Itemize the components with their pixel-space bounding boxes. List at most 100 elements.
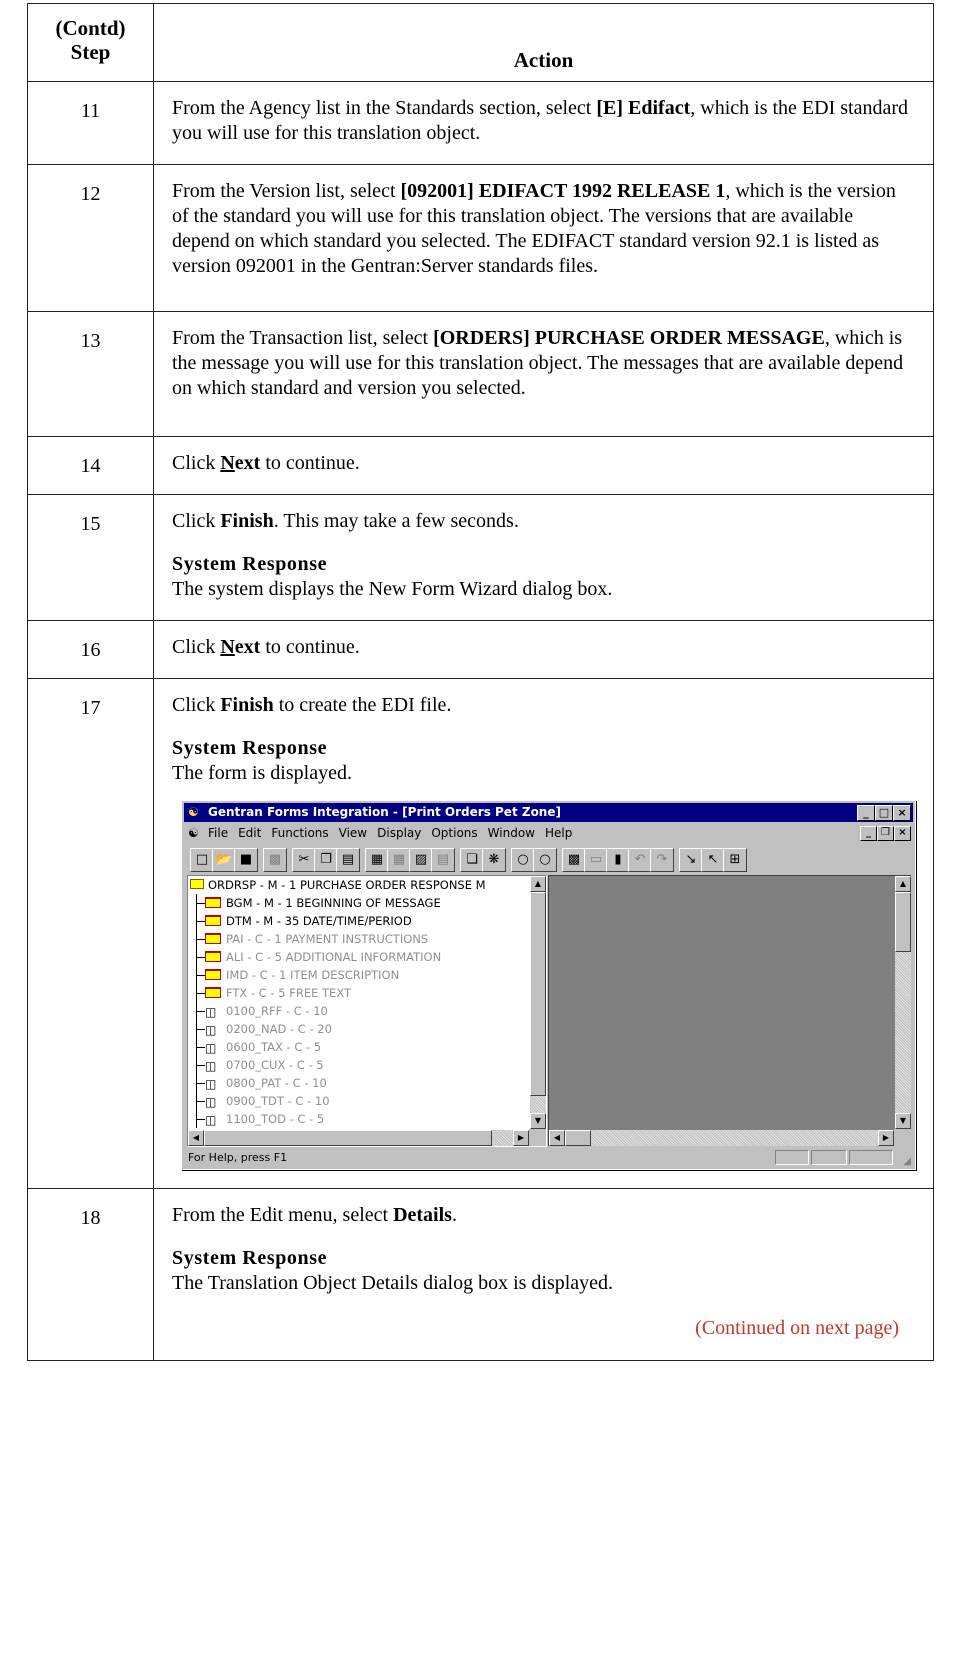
system-response-text: The form is displayed.: [172, 762, 352, 784]
message-tree: ORDRSP - M - 1 PURCHASE ORDER RESPONSE M…: [188, 876, 528, 1128]
menu-display[interactable]: Display: [377, 826, 421, 840]
document-icon[interactable]: ☯: [188, 824, 199, 843]
app-window-screenshot: ☯ Gentran Forms Integration - [Print Ord…: [181, 800, 916, 1170]
scroll-right-icon[interactable]: ▶: [513, 1130, 529, 1146]
status-panel: [849, 1150, 893, 1165]
menu-window[interactable]: Window: [488, 826, 535, 840]
field-icon[interactable]: ▦: [365, 848, 389, 872]
step-column-header: (Contd) Step: [27, 3, 154, 82]
copy-icon[interactable]: ❐: [314, 848, 338, 872]
properties-icon[interactable]: ▩: [263, 848, 287, 872]
hscroll-thumb[interactable]: [565, 1130, 591, 1146]
child-restore-icon[interactable]: ❐: [877, 826, 894, 841]
tree-icon[interactable]: ❋: [482, 848, 506, 872]
action-emphasis: Finish: [220, 510, 274, 532]
move-down-icon[interactable]: ↘: [679, 848, 703, 872]
list-icon[interactable]: ▤: [431, 848, 455, 872]
menu-bar: ☯ File Edit Functions View Display Options Win…: [184, 824, 913, 843]
step-action: From the Version list, select [092001] E…: [153, 164, 934, 312]
align-icon[interactable]: ▭: [584, 848, 608, 872]
scroll-down-icon[interactable]: ▼: [530, 1113, 546, 1129]
hint-off-icon[interactable]: ○: [533, 848, 557, 872]
cut-icon[interactable]: ✂: [292, 848, 316, 872]
form-workspace[interactable]: ▲ ▼ ◀ ▶: [548, 875, 911, 1146]
step-action: From the Agency list in the Standards se…: [153, 81, 934, 165]
menu-help[interactable]: Help: [545, 826, 572, 840]
scroll-down-icon[interactable]: ▼: [895, 1113, 911, 1129]
close-icon[interactable]: ×: [893, 805, 911, 821]
step-row: 18 From the Edit menu, select Details. Sys…: [27, 1188, 934, 1361]
bring-front-icon[interactable]: ▩: [562, 848, 586, 872]
grid-icon[interactable]: ▦: [387, 848, 411, 872]
scroll-left-icon[interactable]: ◀: [188, 1130, 204, 1146]
group-icon[interactable]: ❏: [460, 848, 484, 872]
hscroll-thumb[interactable]: [204, 1130, 492, 1146]
workspace-horizontal-scrollbar[interactable]: ◀ ▶: [549, 1130, 894, 1146]
scroll-up-icon[interactable]: ▲: [895, 876, 911, 892]
tree-node-label: 0900_TDT - C - 10: [226, 1094, 330, 1108]
group-icon: ◫: [205, 1059, 217, 1073]
group-icon: ◫: [205, 1023, 217, 1037]
new-icon[interactable]: □: [190, 848, 214, 872]
scroll-up-icon[interactable]: ▲: [530, 876, 546, 892]
action-text-end: to create the EDI file.: [273, 694, 452, 716]
scroll-right-icon[interactable]: ▶: [878, 1130, 894, 1146]
edit-icon[interactable]: ▮: [606, 848, 630, 872]
action-text-start: From the Transaction list, select: [172, 327, 434, 349]
action-emphasis: [ORDERS] PURCHASE ORDER MESSAGE: [433, 327, 825, 349]
child-close-icon[interactable]: ×: [894, 826, 911, 841]
minimize-icon[interactable]: _: [857, 805, 875, 821]
step-action: Click Finish to create the EDI file. Syst…: [153, 678, 934, 1189]
redo-icon[interactable]: ↷: [650, 848, 674, 872]
resize-grip-icon[interactable]: ◢: [903, 1152, 911, 1171]
grid-layout-icon[interactable]: ⊞: [723, 848, 747, 872]
action-emphasis: Details: [393, 1204, 452, 1226]
system-response-text: The Translation Object Details dialog bo…: [172, 1272, 614, 1294]
tree-root-label: ORDRSP - M - 1 PURCHASE ORDER RESPONSE M: [208, 878, 486, 892]
menu-view[interactable]: View: [339, 826, 367, 840]
scroll-thumb[interactable]: [530, 892, 546, 1096]
scroll-left-icon[interactable]: ◀: [549, 1130, 565, 1146]
tree-connector: [196, 975, 205, 976]
tree-connector: [196, 957, 205, 958]
open-icon[interactable]: 📂: [212, 848, 236, 872]
step-action: From the Transaction list, select [ORDER…: [153, 311, 934, 437]
step-row: 11 From the Agency list in the Standards …: [27, 81, 934, 165]
status-panel: [811, 1150, 847, 1165]
tree-horizontal-scrollbar[interactable]: ◀ ▶: [188, 1130, 529, 1146]
tree-node-label: FTX - C - 5 FREE TEXT: [226, 986, 352, 1000]
mnemonic-rest: ext: [234, 636, 261, 658]
tree-connector: [196, 1101, 205, 1102]
menu-file[interactable]: File: [208, 826, 228, 840]
tree-pane[interactable]: ORDRSP - M - 1 PURCHASE ORDER RESPONSE M…: [187, 875, 547, 1147]
save-icon[interactable]: ■: [234, 848, 258, 872]
step-row: 12 From the Version list, select [092001]…: [27, 164, 934, 312]
window-title: Gentran Forms Integration - [Print Order…: [208, 805, 561, 819]
tree-vertical-scrollbar[interactable]: ▲ ▼: [530, 876, 546, 1129]
hint-on-icon[interactable]: ○: [511, 848, 535, 872]
scroll-thumb[interactable]: [895, 892, 911, 952]
menu-edit[interactable]: Edit: [238, 826, 261, 840]
maximize-icon[interactable]: □: [875, 805, 893, 821]
action-emphasis: Next: [220, 452, 260, 474]
menu-options[interactable]: Options: [431, 826, 477, 840]
tree-node-label: 0600_TAX - C - 5: [226, 1040, 322, 1054]
move-up-icon[interactable]: ↖: [701, 848, 725, 872]
segment-icon: [205, 951, 221, 962]
action-column-header: Action: [153, 3, 934, 82]
child-minimize-icon[interactable]: _: [860, 826, 877, 841]
action-emphasis: [E] Edifact: [596, 97, 691, 119]
tree-node-label: 1100_TOD - C - 5: [226, 1112, 325, 1126]
segment-icon: [205, 915, 221, 926]
workspace-vertical-scrollbar[interactable]: ▲ ▼: [895, 876, 911, 1129]
step-action: Click Finish. This may take a few second…: [153, 494, 934, 621]
undo-icon[interactable]: ↶: [628, 848, 652, 872]
label-icon[interactable]: ▨: [409, 848, 433, 872]
step-action: Click Next to continue.: [153, 436, 934, 495]
group-icon: ◫: [205, 1113, 217, 1127]
paste-icon[interactable]: ▤: [336, 848, 360, 872]
status-bar: For Help, press F1 ◢: [184, 1148, 913, 1167]
menu-functions[interactable]: Functions: [271, 826, 328, 840]
tree-connector: [196, 939, 205, 940]
mnemonic-letter: N: [220, 636, 235, 658]
